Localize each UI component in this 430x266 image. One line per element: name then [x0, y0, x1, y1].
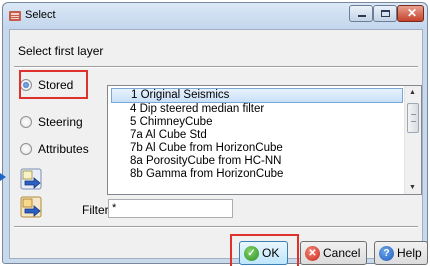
list-item[interactable]: 7b Al Cube from HorizonCube	[130, 142, 283, 155]
dialog-body: Select first layer Stored Steering Attri…	[9, 29, 428, 266]
list-item[interactable]: 4 Dip steered median filter	[130, 103, 264, 116]
list-item[interactable]: 8a PorosityCube from HC-NN	[130, 155, 281, 168]
pointer-arrow-icon	[0, 173, 6, 181]
cancel-label: Cancel	[323, 246, 361, 260]
ok-highlight-box	[230, 234, 299, 266]
list-item[interactable]: 5 ChimneyCube	[130, 116, 212, 129]
cancel-x-icon: ✕	[305, 245, 320, 261]
window-title: Select	[25, 9, 56, 21]
title-bar[interactable]: Select ✕	[3, 3, 427, 29]
close-button[interactable]: ✕	[397, 5, 424, 22]
help-question-icon: ?	[379, 245, 394, 261]
maximize-button[interactable]	[373, 5, 397, 22]
separator-top	[14, 66, 418, 68]
list-item[interactable]: 8b Gamma from HorizonCube	[130, 168, 283, 181]
list-item[interactable]: 7a Al Cube Std	[130, 129, 207, 142]
minimize-button[interactable]	[349, 5, 373, 22]
maximize-icon	[381, 10, 390, 17]
radio-attributes-indicator[interactable]	[20, 143, 32, 155]
close-icon: ✕	[407, 6, 418, 20]
list-scrollbar[interactable]: ▲ ▼	[404, 86, 421, 194]
radio-steering-indicator[interactable]	[20, 116, 32, 128]
stored-highlight-box	[19, 70, 88, 99]
open-data-icon[interactable]	[20, 168, 42, 190]
scroll-up-arrow-icon[interactable]: ▲	[409, 89, 416, 96]
minimize-icon	[358, 15, 366, 17]
help-label: Help	[397, 246, 422, 260]
cancel-button[interactable]: ✕ Cancel	[300, 241, 367, 265]
list-item-selected[interactable]: 1 Original Seismics	[111, 88, 403, 103]
app-icon	[9, 11, 21, 21]
layer-list[interactable]: 1 Original Seismics 4 Dip steered median…	[107, 85, 422, 195]
filter-label: Filter	[82, 203, 109, 217]
select-filter-icon[interactable]	[20, 196, 42, 218]
help-button[interactable]: ? Help	[374, 241, 428, 265]
radio-steering[interactable]: Steering	[20, 113, 83, 131]
scroll-down-arrow-icon[interactable]: ▼	[409, 184, 416, 191]
separator-bottom	[14, 226, 418, 228]
radio-attributes-label: Attributes	[38, 142, 89, 156]
select-dialog: Select ✕ Select first layer Stored Steer…	[2, 2, 428, 266]
radio-steering-label: Steering	[38, 115, 83, 129]
dialog-heading: Select first layer	[18, 44, 104, 58]
radio-attributes[interactable]: Attributes	[20, 140, 89, 158]
filter-input[interactable]: *	[108, 199, 233, 218]
scroll-thumb[interactable]	[407, 103, 419, 133]
